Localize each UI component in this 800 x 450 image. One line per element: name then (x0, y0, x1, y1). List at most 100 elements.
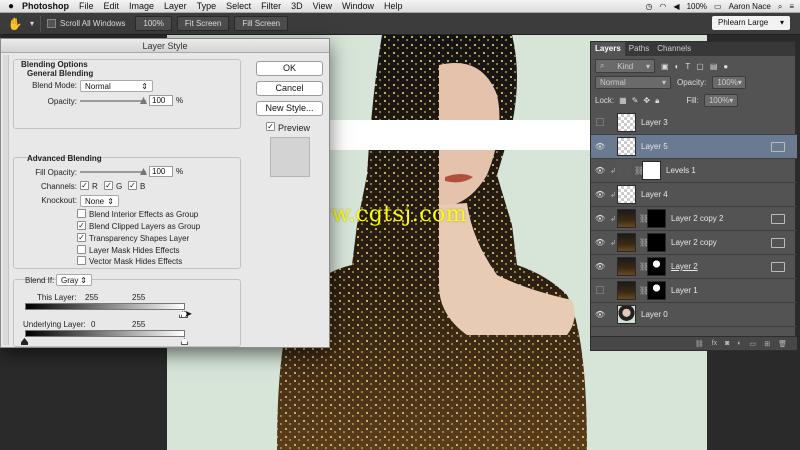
layer-row[interactable]: 👁︎ ↲ ⛓ Layer 2 copy (591, 231, 797, 255)
layer-mask-hides-checkbox[interactable] (77, 245, 86, 254)
filter-pixel-icon[interactable]: ▣ (661, 62, 669, 71)
filter-smart-object-icon[interactable]: ▤ (710, 62, 718, 71)
new-style-button[interactable]: New Style... (256, 101, 323, 116)
adjustment-icon[interactable]: ◐ (737, 340, 741, 347)
link-icon[interactable]: ⛓ (695, 340, 704, 348)
layer-row[interactable]: 👁︎ Layer 0 (591, 303, 797, 327)
layer-row[interactable]: 👁︎ ↲ Layer 4 (591, 183, 797, 207)
eye-icon[interactable]: 👁︎ (591, 214, 609, 223)
layer-row[interactable]: 👁︎ ↲ ⛓ Layer 2 copy 2 (591, 207, 797, 231)
knockout-select[interactable]: None ⇕ (80, 195, 119, 207)
layer-name[interactable]: Layer 1 (669, 286, 797, 295)
fx-icon[interactable]: fx (712, 340, 717, 347)
blend-if-select[interactable]: Gray ⇕ (56, 274, 92, 286)
lock-paint-icon[interactable]: ✎ (632, 96, 639, 105)
blend-interior-effects-checkbox[interactable] (77, 209, 86, 218)
scroll-all-windows-checkbox[interactable]: Scroll All Windows (47, 19, 125, 28)
layer-row[interactable]: Layer 3 (591, 111, 797, 135)
zoom-100-button[interactable]: 100% (135, 16, 172, 31)
checkbox-box[interactable] (47, 19, 57, 28)
fill-opacity-input[interactable]: 100 (149, 166, 173, 177)
layer-name[interactable]: Layer 2 (669, 262, 771, 271)
menu-image[interactable]: Image (129, 1, 154, 11)
filter-adjustment-icon[interactable]: ◐ (675, 62, 680, 71)
preview-checkbox[interactable]: ✓ (266, 122, 275, 131)
layer-name[interactable]: Layer 2 copy 2 (669, 214, 771, 223)
fill-input[interactable]: 100% ▾ (703, 94, 738, 107)
fill-screen-button[interactable]: Fill Screen (234, 16, 289, 31)
layer-name[interactable]: Layer 2 copy (669, 238, 771, 247)
layer-name[interactable]: Layer 3 (639, 118, 797, 127)
layer-name[interactable]: Layer 4 (639, 190, 797, 199)
lock-all-icon[interactable]: 🔒︎ (655, 96, 659, 106)
eye-icon[interactable]: 👁︎ (591, 310, 609, 319)
lock-move-icon[interactable]: ✥ (643, 96, 650, 105)
visibility-toggle[interactable] (591, 285, 609, 296)
fill-opacity-slider[interactable] (80, 171, 146, 173)
cancel-button[interactable]: Cancel (256, 81, 323, 96)
layer-filter-select[interactable]: ⌕ Kind ▾ (595, 59, 655, 73)
menu-select[interactable]: Select (226, 1, 251, 11)
menu-type[interactable]: Type (197, 1, 217, 11)
group-icon[interactable]: ▭ (750, 340, 757, 348)
tab-paths[interactable]: Paths (625, 42, 653, 56)
menu-window[interactable]: Window (342, 1, 374, 11)
filter-shape-icon[interactable]: ▢ (696, 62, 704, 71)
user-name[interactable]: Aaron Nace (729, 2, 771, 11)
ok-button[interactable]: OK (256, 61, 323, 76)
layer-row[interactable]: 👁︎ ⛓ Layer 2 (591, 255, 797, 279)
tab-channels[interactable]: Channels (653, 42, 695, 56)
opacity-input[interactable]: 100% ▾ (712, 76, 747, 89)
channel-r-checkbox[interactable]: ✓ (80, 181, 89, 190)
menu-filter[interactable]: Filter (261, 1, 281, 11)
mask-icon[interactable]: ◙ (725, 340, 729, 347)
styles-list-strip[interactable] (3, 55, 9, 345)
trash-icon[interactable]: 🗑︎ (778, 340, 787, 348)
channel-b-checkbox[interactable]: ✓ (128, 181, 137, 190)
transparency-shapes-checkbox[interactable]: ✓ (77, 233, 86, 242)
layer-row[interactable]: 👁︎ ↲ ⛓ Levels 1 (591, 159, 797, 183)
visibility-toggle[interactable] (591, 117, 609, 128)
eye-icon[interactable]: 👁︎ (591, 238, 609, 247)
new-layer-icon[interactable]: ⊞ (764, 340, 770, 348)
layer-name[interactable]: Levels 1 (664, 166, 797, 175)
volume-icon[interactable]: ◀ (673, 2, 679, 11)
eye-icon[interactable]: 👁︎ (591, 190, 609, 199)
eye-icon[interactable]: 👁︎ (591, 142, 609, 151)
workspace-select[interactable]: Phlearn Large ▾ (712, 16, 790, 30)
menu-help[interactable]: Help (384, 1, 403, 11)
layer-row[interactable]: 👁︎ Layer 5 (591, 135, 797, 159)
menu-view[interactable]: View (313, 1, 332, 11)
menu-file[interactable]: File (79, 1, 94, 11)
tool-preset-dropdown-icon[interactable]: ▾ (30, 19, 34, 28)
eye-icon[interactable]: 👁︎ (591, 166, 609, 175)
search-icon[interactable]: ⌕ (778, 2, 782, 12)
fit-screen-button[interactable]: Fit Screen (176, 16, 230, 31)
menu-3d[interactable]: 3D (291, 1, 303, 11)
tab-layers[interactable]: Layers (591, 42, 625, 56)
battery-icon: ▭ (714, 2, 722, 11)
opacity-input[interactable]: 100 (149, 95, 173, 106)
blend-clipped-layers-checkbox[interactable]: ✓ (77, 221, 86, 230)
battery-percent[interactable]: 100% (687, 2, 707, 11)
vector-mask-hides-checkbox[interactable] (77, 256, 86, 265)
menu-layer[interactable]: Layer (164, 1, 187, 11)
layer-row[interactable]: ⛓ Layer 1 (591, 279, 797, 303)
menu-edit[interactable]: Edit (104, 1, 120, 11)
hand-tool-icon[interactable]: ✋ (0, 17, 30, 31)
layer-name[interactable]: Layer 5 (639, 142, 771, 151)
opacity-slider[interactable] (80, 100, 146, 102)
channel-g-checkbox[interactable]: ✓ (104, 181, 113, 190)
list-icon[interactable]: ≡ (789, 2, 794, 11)
apple-menu-icon[interactable]: ● (0, 1, 22, 12)
clock-icon[interactable]: ◷ (645, 2, 652, 11)
app-menu[interactable]: Photoshop (22, 1, 69, 11)
blend-mode-select[interactable]: Normal ▾ (595, 76, 671, 89)
filter-toggle-icon[interactable]: ● (723, 62, 728, 71)
wifi-icon[interactable]: ◠ (659, 2, 666, 11)
lock-transparent-icon[interactable]: ▦ (619, 96, 627, 105)
filter-type-icon[interactable]: T (685, 62, 690, 71)
layer-name[interactable]: Layer 0 (639, 310, 797, 319)
blend-mode-select[interactable]: Normal ⇕ (80, 80, 153, 92)
eye-icon[interactable]: 👁︎ (591, 262, 609, 271)
